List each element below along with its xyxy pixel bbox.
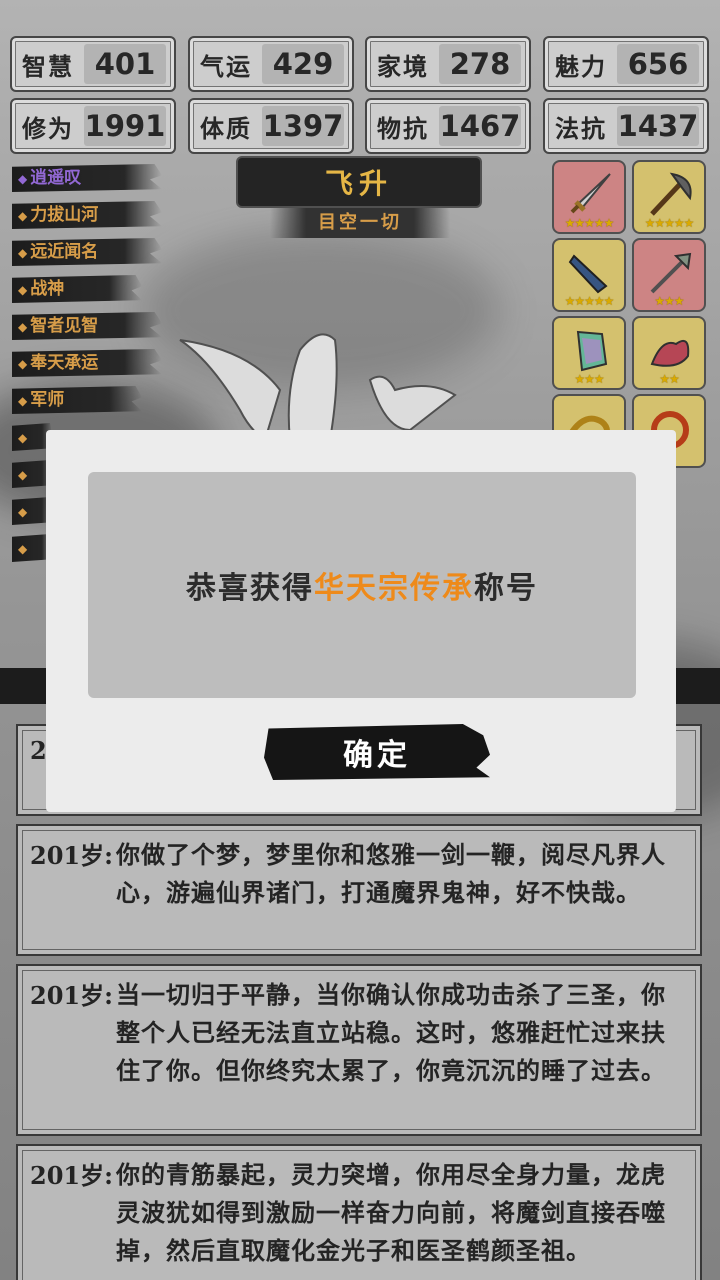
reward-dialog: 恭喜获得 华天宗传承 称号 确定 — [46, 430, 676, 812]
message-title-highlight: 华天宗传承 — [314, 571, 474, 606]
message-prefix: 恭喜获得 — [186, 571, 314, 606]
reward-message: 恭喜获得 华天宗传承 称号 — [88, 472, 636, 698]
confirm-button[interactable]: 确定 — [264, 724, 490, 780]
message-suffix: 称号 — [474, 571, 538, 606]
game-screen: 智慧 401 气运 429 家境 278 魅力 656 修为 1991 体质 1397 物抗… — [0, 0, 720, 1280]
